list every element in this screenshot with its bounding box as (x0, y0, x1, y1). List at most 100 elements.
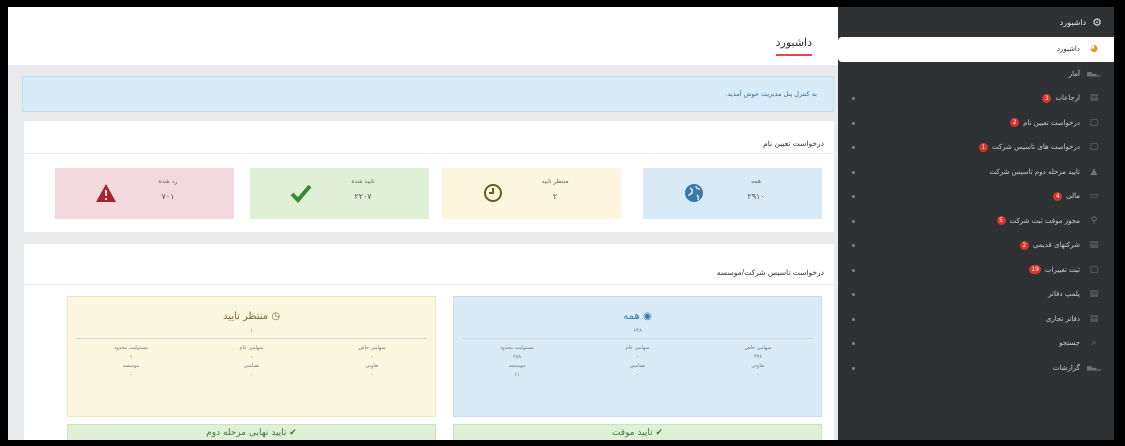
lock-icon: ▲ (1090, 166, 1098, 177)
sidebar-item[interactable]: ▢ درخواست های تاسیس شرکت 1 (838, 135, 1114, 160)
dashboard-icon: ⚙ (1092, 15, 1102, 29)
bullet-icon (852, 146, 855, 150)
count-badge: 4 (1053, 191, 1063, 201)
company-requests-title: درخواست تاسیس شرکت/موسسه (716, 268, 824, 277)
bullet-icon (852, 317, 855, 321)
bullet-icon (852, 268, 855, 272)
sidebar-item-label: پلمپ دفاتر (1048, 290, 1080, 299)
divider (24, 284, 834, 285)
col-label: موسسه (122, 363, 140, 369)
col-value: - (130, 372, 132, 378)
bullet-icon (852, 97, 855, 101)
money-icon: ▭ (1089, 191, 1099, 202)
col-value: - (757, 372, 759, 378)
key-icon: ⚲ (1090, 215, 1098, 226)
clock-icon: ◷ (271, 311, 281, 322)
col-value: - (250, 372, 253, 378)
sidebar-item-label: ثبت تغییرات (1044, 265, 1080, 274)
col-label: مسئولیت محدود (114, 345, 148, 351)
document-icon: ▤ (1089, 313, 1099, 324)
warning-icon (93, 180, 119, 206)
final-approved-panel[interactable]: ✔ تایید نهایی مرحله دوم (67, 424, 436, 440)
col-label: مسئولیت محدود (500, 345, 534, 351)
panel-title-label: منتظر تایید (222, 311, 269, 322)
stat-rejected[interactable]: رد شده ۷۰۱ (55, 168, 234, 219)
col-value: - (250, 354, 253, 360)
sidebar-item-label: دفاتر تجاری (1045, 314, 1080, 323)
stat-value: ۷۰۱ (161, 192, 175, 201)
panel-title: ◉ همه (454, 311, 821, 322)
document-icon: ▤ (1089, 289, 1099, 300)
count-badge: 19 (1029, 265, 1041, 275)
check-icon: ✔ (289, 428, 297, 438)
sidebar-item-label: شرکتهای قدیمی (1032, 241, 1080, 250)
sidebar-item[interactable]: ▢ ثبت تغییرات 19 (838, 258, 1114, 283)
sidebar-item[interactable]: ◕ داشبورد (838, 37, 1114, 62)
col-label: سهامی خاص (358, 345, 386, 351)
panel-title-label: تایید نهایی مرحله دوم (206, 428, 287, 438)
company-all-panel[interactable]: ◉ همه ۶۳۸ سهامی خاص ۳۷۶ تعاونی - سهامی ع… (453, 296, 822, 417)
name-requests-title: درخواست تعیین نام (763, 139, 824, 148)
stat-pending[interactable]: منتظر تایید ۲ (442, 168, 621, 219)
col-value: - (371, 354, 373, 360)
sidebar-item[interactable]: ▤ شرکتهای قدیمی 2 (838, 233, 1114, 258)
page-header: داشبورد (8, 7, 838, 65)
main-content: داشبورد به کنترل پنل مدیریت خوش آمدید. د… (8, 7, 838, 440)
bar-chart-icon: ▁▃▅ (1087, 70, 1101, 78)
panel-columns: سهامی خاص ۳۷۶ تعاونی - سهامی عام - تضامن… (454, 339, 821, 380)
document-icon: ▤ (1089, 240, 1099, 251)
company-pending-panel[interactable]: ◷ منتظر تایید ۱ سهامی خاص - تعاونی - سها… (67, 296, 436, 417)
bar-chart-icon: ▁▃▅ (1087, 364, 1101, 372)
document-icon: ▤ (1089, 93, 1099, 104)
col-value: ۲۸۸ (512, 354, 522, 360)
sidebar-item[interactable]: ▲ تایید مرحله دوم تاسیس شرکت (838, 160, 1114, 185)
col-value: ۱ (129, 354, 133, 360)
sidebar-item-label: آمار (1068, 69, 1080, 78)
stat-approved[interactable]: تایید شده ۲۲۰۷ (250, 168, 429, 219)
panel-columns: سهامی خاص - تعاونی - سهامی عام - تضامنی … (68, 339, 435, 380)
panel-count: ۱ (250, 328, 253, 334)
sidebar-item[interactable]: ▤ دفاتر تجاری (838, 307, 1114, 332)
col-label: تضامنی (629, 363, 646, 369)
col-value: - (371, 372, 373, 378)
panel-title-label: همه (623, 311, 640, 322)
stat-all[interactable]: همه ۲۹۱۰ (643, 168, 822, 219)
check-icon (288, 180, 314, 206)
col-value: ۱۱ (514, 372, 520, 378)
col-value: ۳۷۶ (753, 354, 763, 360)
divider (24, 153, 834, 154)
sidebar-item[interactable]: ▢ درخواست تعیین نام 2 (838, 111, 1114, 136)
app-frame: ⚙ داشبورد ◕ داشبورد ▁▃▅ آمار ▤ ارجاعات 3 ▢ درخوا… (8, 7, 1114, 440)
panel-title: ◷ منتظر تایید (68, 311, 435, 322)
sidebar-header[interactable]: ⚙ داشبورد (838, 7, 1114, 37)
globe-icon (681, 180, 707, 206)
panel-title-label: تایید موقت (611, 428, 653, 438)
page-title: داشبورد (775, 36, 812, 56)
count-badge: 1 (978, 142, 988, 152)
temp-approved-panel[interactable]: ✔ تایید موقت (453, 424, 822, 440)
sidebar-item-label: مالی (1066, 192, 1080, 201)
col-value: - (636, 354, 639, 360)
sidebar-item[interactable]: ▤ ارجاعات 3 (838, 86, 1114, 111)
sidebar-item-label: گزارشات (1052, 363, 1080, 372)
bullet-icon (852, 366, 855, 370)
sidebar-menu: ◕ داشبورد ▁▃▅ آمار ▤ ارجاعات 3 ▢ درخواست تعیین ن… (838, 37, 1114, 380)
sidebar-item[interactable]: ⌕ جستجو (838, 331, 1114, 356)
sidebar-item-label: درخواست تعیین نام (1023, 118, 1080, 127)
sidebar-item[interactable]: ▤ پلمپ دفاتر (838, 282, 1114, 307)
stat-value: ۲۲۰۷ (354, 192, 372, 201)
bullet-icon (852, 219, 855, 223)
sidebar-item[interactable]: ▁▃▅ گزارشات (838, 356, 1114, 381)
globe-icon: ◉ (642, 311, 652, 322)
stat-value: ۲ (552, 192, 558, 201)
palette-icon: ◕ (1090, 44, 1098, 55)
panel-col: مسئولیت محدود ۲۸۸ موسسه ۱۱ (472, 344, 562, 380)
count-badge: 2 (1019, 240, 1029, 250)
col-value: - (636, 372, 639, 378)
sidebar-item[interactable]: ▭ مالی 4 (838, 184, 1114, 209)
sidebar-item[interactable]: ▁▃▅ آمار (838, 62, 1114, 87)
count-badge: 5 (996, 216, 1006, 226)
panel-col: سهامی خاص - تعاونی - (327, 344, 417, 380)
sidebar-item[interactable]: ⚲ مجوز موقت ثبت شرکت 5 (838, 209, 1114, 234)
col-label: سهامی عام (239, 345, 264, 351)
